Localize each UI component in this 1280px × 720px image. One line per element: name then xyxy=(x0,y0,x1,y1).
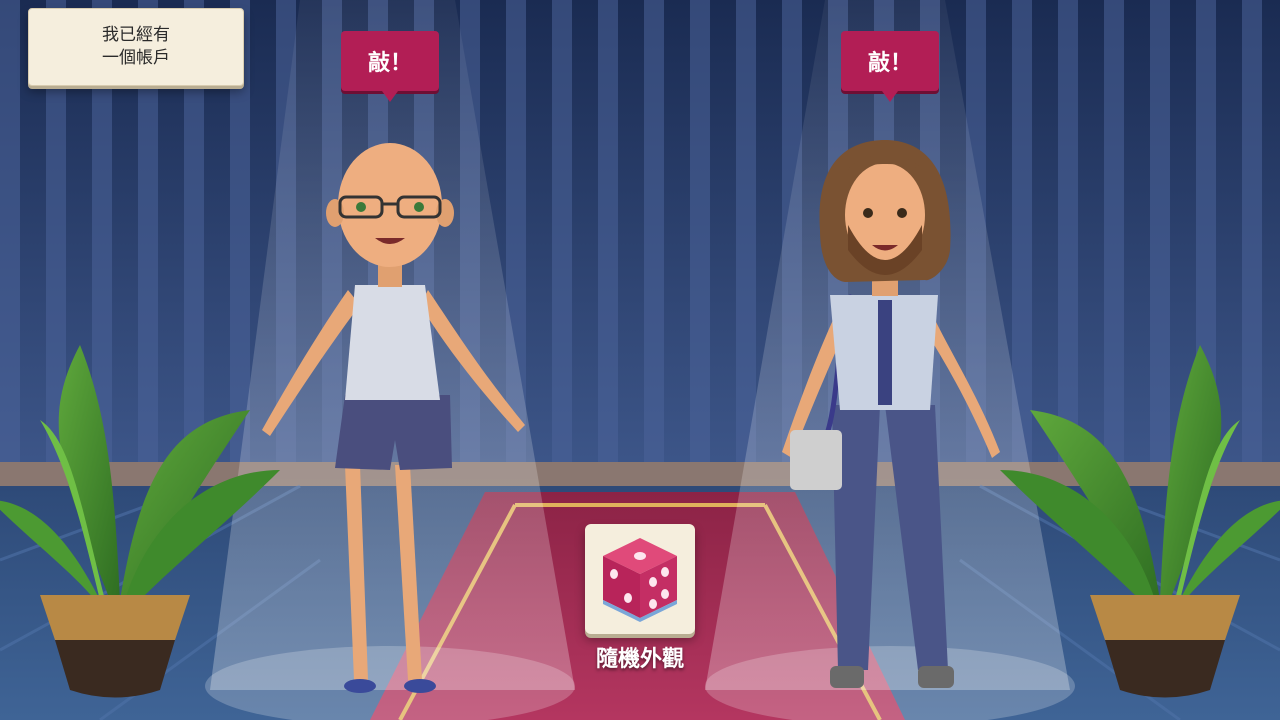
randomize-label: 隨機外觀 xyxy=(595,647,684,672)
existing-account-button[interactable]: 我已經有 一個帳戶 xyxy=(28,8,244,86)
existing-account-label: 我已經有 一個帳戶 xyxy=(102,25,170,68)
knock-bubble-left[interactable]: 敲！ xyxy=(341,31,439,102)
knock-bubble-right[interactable]: 敲！ xyxy=(841,31,939,102)
dice-icon xyxy=(603,538,677,622)
randomize-button[interactable] xyxy=(585,524,695,634)
